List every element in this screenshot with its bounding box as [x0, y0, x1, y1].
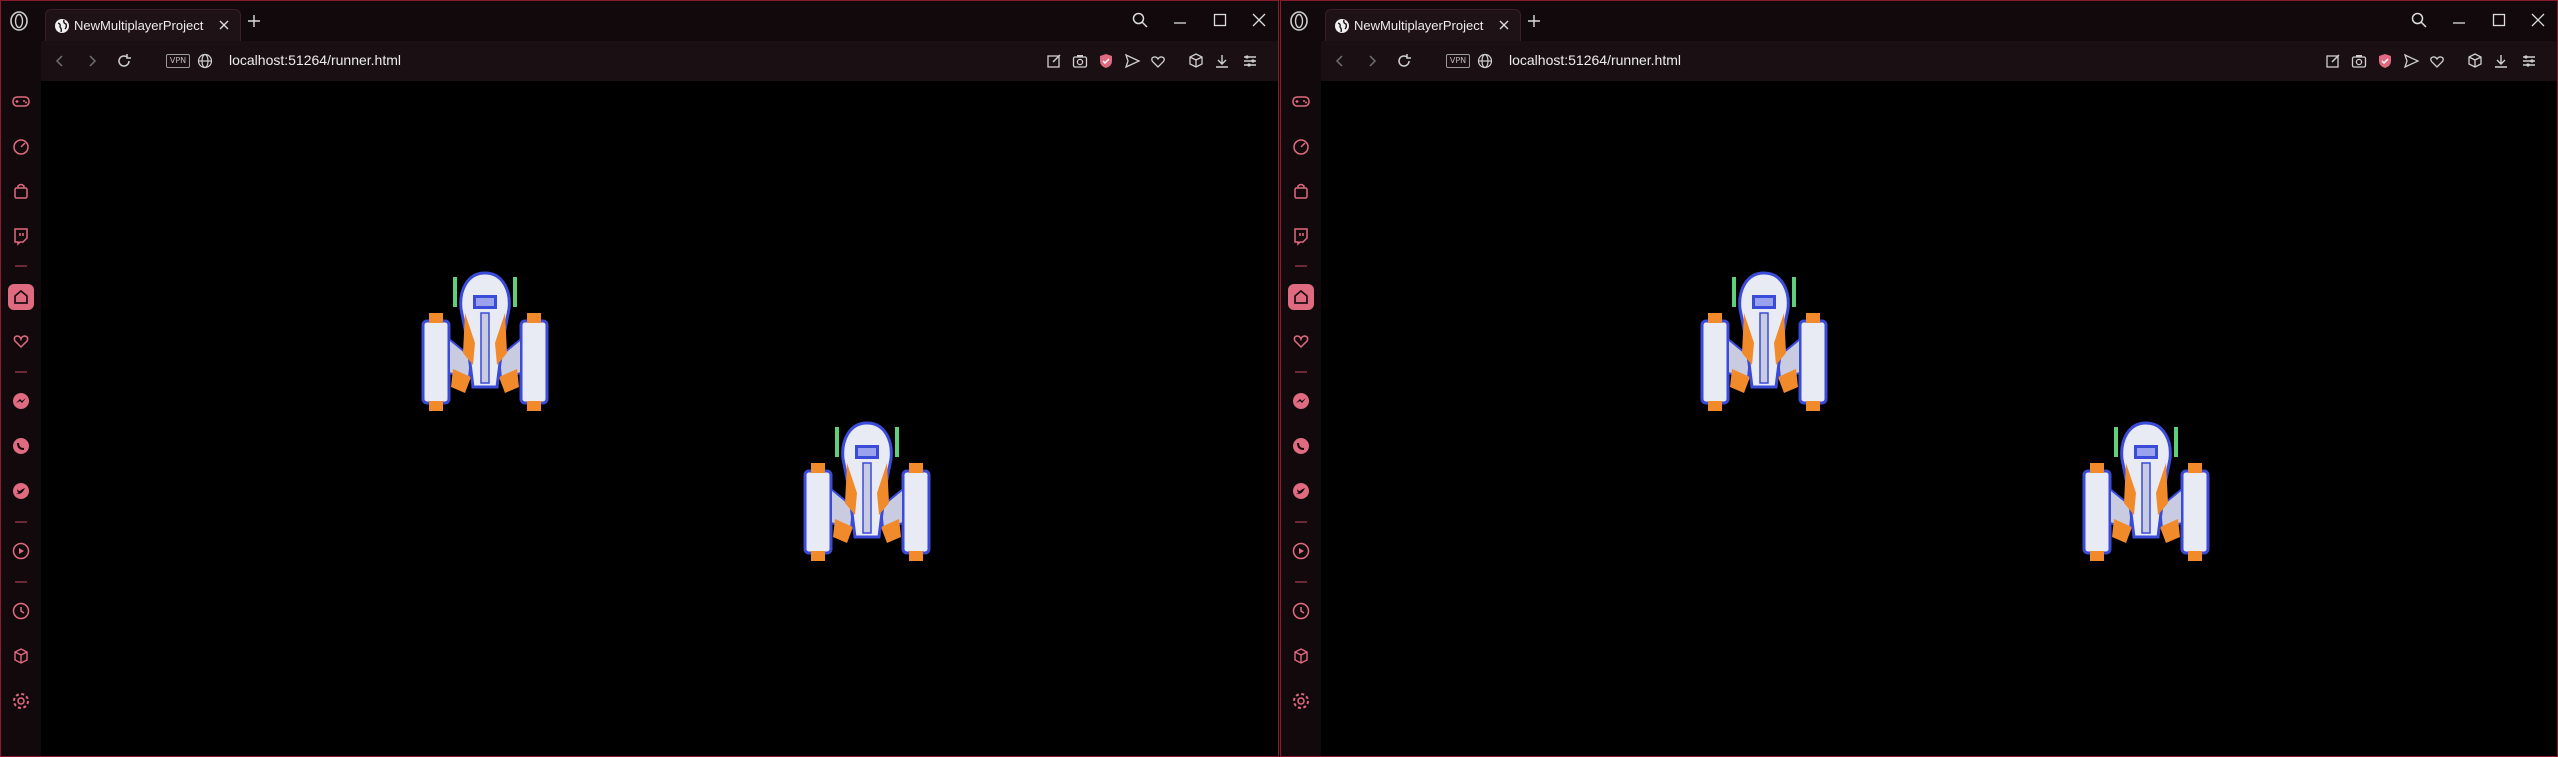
- messenger-icon[interactable]: [1291, 391, 1311, 411]
- history-icon[interactable]: [11, 601, 31, 621]
- forward-icon[interactable]: [83, 52, 101, 70]
- minimize-icon[interactable]: [1171, 11, 1189, 29]
- speedometer-icon[interactable]: [11, 136, 31, 156]
- game-canvas[interactable]: [1321, 81, 2557, 756]
- url-text[interactable]: localhost:51264/runner.html: [1509, 52, 1681, 68]
- sidebar: [1, 41, 41, 756]
- send-icon[interactable]: [1123, 52, 1141, 70]
- close-tab-icon[interactable]: [1496, 17, 1512, 33]
- sidebar-divider: [15, 371, 27, 373]
- whatsapp-icon[interactable]: [11, 436, 31, 456]
- gamepad-icon[interactable]: [1291, 91, 1311, 111]
- download-icon[interactable]: [2492, 52, 2510, 70]
- extensions-cube-icon[interactable]: [1291, 646, 1311, 666]
- sidebar-divider: [15, 581, 27, 583]
- sidebar-divider: [1295, 371, 1307, 373]
- send-icon[interactable]: [2402, 52, 2420, 70]
- address-bar: VPN localhost:51264/runner.html: [41, 41, 1278, 81]
- title-bar: NewMultiplayerProject: [1, 1, 1278, 41]
- player-spaceship-2: [803, 421, 931, 563]
- home-icon[interactable]: [1291, 287, 1311, 307]
- sidebar: [1281, 41, 1321, 756]
- player-spaceship-2: [2082, 421, 2210, 563]
- twitch-icon[interactable]: [11, 226, 31, 246]
- address-bar: VPN localhost:51264/runner.html: [1321, 41, 2557, 81]
- back-icon[interactable]: [51, 52, 69, 70]
- globe-icon: [55, 19, 69, 33]
- title-bar: NewMultiplayerProject: [1281, 1, 2557, 41]
- reload-icon[interactable]: [115, 52, 133, 70]
- globe-icon: [1335, 19, 1349, 33]
- player-spaceship-1: [421, 271, 549, 413]
- twitter-icon[interactable]: [11, 481, 31, 501]
- search-tabs-icon[interactable]: [1131, 11, 1149, 29]
- download-icon[interactable]: [1213, 52, 1231, 70]
- sidebar-divider: [15, 521, 27, 523]
- shopping-bag-icon[interactable]: [1291, 181, 1311, 201]
- reload-icon[interactable]: [1395, 52, 1413, 70]
- tab-title: NewMultiplayerProject: [74, 18, 204, 33]
- adblock-shield-icon[interactable]: [2376, 52, 2394, 70]
- new-tab-plus-icon[interactable]: [246, 13, 262, 29]
- player-icon[interactable]: [1291, 541, 1311, 561]
- sidebar-divider: [1295, 521, 1307, 523]
- back-icon[interactable]: [1331, 52, 1349, 70]
- settings-gear-icon[interactable]: [1291, 691, 1311, 711]
- sidebar-divider: [1295, 581, 1307, 583]
- extensions-icon[interactable]: [1187, 52, 1205, 70]
- messenger-icon[interactable]: [11, 391, 31, 411]
- speedometer-icon[interactable]: [1291, 136, 1311, 156]
- home-icon[interactable]: [11, 287, 31, 307]
- settings-gear-icon[interactable]: [11, 691, 31, 711]
- whatsapp-icon[interactable]: [1291, 436, 1311, 456]
- close-window-icon[interactable]: [1250, 11, 1268, 29]
- maximize-icon[interactable]: [1211, 11, 1229, 29]
- heart-icon[interactable]: [11, 331, 31, 351]
- gamepad-icon[interactable]: [11, 91, 31, 111]
- sidebar-divider: [15, 265, 27, 267]
- minimize-icon[interactable]: [2450, 11, 2468, 29]
- close-tab-icon[interactable]: [216, 17, 232, 33]
- extensions-icon[interactable]: [2466, 52, 2484, 70]
- opera-logo-icon[interactable]: [9, 11, 29, 31]
- player-icon[interactable]: [11, 541, 31, 561]
- new-tab-plus-icon[interactable]: [1526, 13, 1542, 29]
- opera-logo-icon[interactable]: [1289, 11, 1309, 31]
- maximize-icon[interactable]: [2490, 11, 2508, 29]
- edit-icon[interactable]: [2324, 52, 2342, 70]
- camera-snapshot-icon[interactable]: [2350, 52, 2368, 70]
- site-info-globe-icon[interactable]: [197, 53, 213, 69]
- forward-icon[interactable]: [1363, 52, 1381, 70]
- tab-newmultiplayerproject[interactable]: NewMultiplayerProject: [1325, 9, 1521, 41]
- sidebar-divider: [1295, 265, 1307, 267]
- player-spaceship-1: [1700, 271, 1828, 413]
- search-tabs-icon[interactable]: [2410, 11, 2428, 29]
- browser-window-left: NewMultiplayerProject VPN localhost:5126…: [0, 0, 1279, 757]
- browser-window-right: NewMultiplayerProject VPN localhost:5126…: [1280, 0, 2558, 757]
- shopping-bag-icon[interactable]: [11, 181, 31, 201]
- heart-icon[interactable]: [1291, 331, 1311, 351]
- easy-setup-menu-icon[interactable]: [2520, 52, 2538, 70]
- vpn-badge[interactable]: VPN: [1446, 54, 1470, 68]
- history-icon[interactable]: [1291, 601, 1311, 621]
- vpn-badge[interactable]: VPN: [166, 54, 190, 68]
- twitter-icon[interactable]: [1291, 481, 1311, 501]
- site-info-globe-icon[interactable]: [1477, 53, 1493, 69]
- game-canvas[interactable]: [41, 81, 1278, 756]
- tab-newmultiplayerproject[interactable]: NewMultiplayerProject: [45, 9, 241, 41]
- extensions-cube-icon[interactable]: [11, 646, 31, 666]
- tab-title: NewMultiplayerProject: [1354, 18, 1484, 33]
- adblock-shield-icon[interactable]: [1097, 52, 1115, 70]
- bookmark-heart-icon[interactable]: [1149, 52, 1167, 70]
- twitch-icon[interactable]: [1291, 226, 1311, 246]
- easy-setup-menu-icon[interactable]: [1241, 52, 1259, 70]
- edit-icon[interactable]: [1045, 52, 1063, 70]
- close-window-icon[interactable]: [2529, 11, 2547, 29]
- camera-snapshot-icon[interactable]: [1071, 52, 1089, 70]
- url-text[interactable]: localhost:51264/runner.html: [229, 52, 401, 68]
- bookmark-heart-icon[interactable]: [2428, 52, 2446, 70]
